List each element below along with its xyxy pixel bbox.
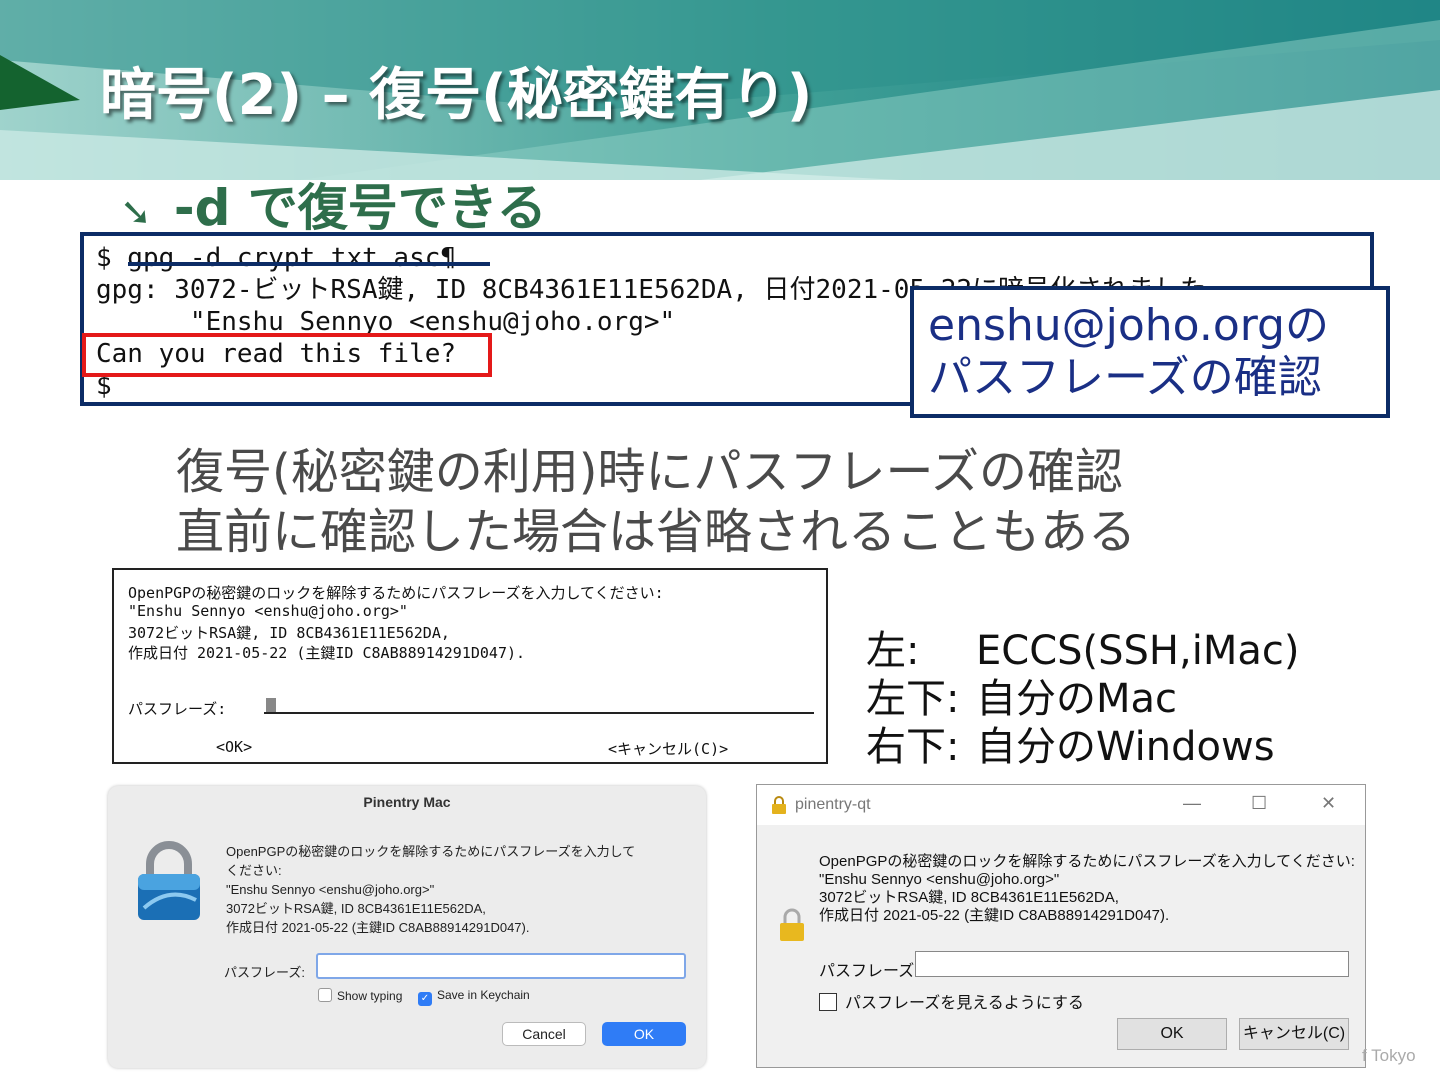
win-msg-line: OpenPGPの秘密鍵のロックを解除するためにパスフレーズを入力してください: (819, 853, 1355, 870)
highlight-box (82, 333, 492, 377)
maximize-icon[interactable]: ☐ (1251, 793, 1267, 814)
bullet-2: 直前に確認した場合は省略されることもある (176, 504, 1137, 560)
win-pass-label: パスフレーズ: (819, 963, 919, 980)
mac-dialog-message: OpenPGPの秘密鍵のロックを解除するためにパスフレーズを入力して ください:… (226, 842, 666, 937)
callout-line-2: パスフレーズの確認 (928, 352, 1322, 403)
legend-value: 自分のWindows (976, 724, 1275, 770)
mac-cancel-button[interactable]: Cancel (502, 1022, 586, 1046)
win-cancel-button[interactable]: キャンセル(C) (1239, 1018, 1349, 1050)
page-title: 暗号(2) – 復号(秘密鍵有り) (100, 63, 813, 128)
mac-pinentry-dialog: Pinentry Mac OpenPGPの秘密鍵のロックを解除するためにパスフレ… (108, 786, 706, 1068)
legend-row-3: 右下: 自分のWindows (866, 714, 1275, 772)
curses-cancel-button[interactable]: <キャンセル(C)> (608, 738, 728, 759)
mac-msg-line: OpenPGPの秘密鍵のロックを解除するためにパスフレーズを入力して (226, 844, 636, 859)
mac-msg-line: "Enshu Sennyo <enshu@joho.org>" (226, 882, 435, 897)
win-dialog-message: OpenPGPの秘密鍵のロックを解除するためにパスフレーズを入力してください: … (819, 853, 1355, 925)
curses-msg-1: OpenPGPの秘密鍵のロックを解除するためにパスフレーズを入力してください: (128, 584, 664, 602)
window-titlebar[interactable]: pinentry-qt — ☐ ✕ (757, 785, 1365, 825)
curses-pinentry-dialog: OpenPGPの秘密鍵のロックを解除するためにパスフレーズを入力してください: … (112, 568, 828, 764)
save-keychain-checkbox[interactable]: ✓ Save in Keychain (418, 988, 530, 1006)
footer-text: f Tokyo (1362, 1046, 1416, 1065)
curses-msg-4: 作成日付 2021-05-22 (主鍵ID C8AB88914291D047). (128, 644, 526, 662)
save-keychain-label: Save in Keychain (437, 988, 530, 1002)
show-typing-label: Show typing (337, 989, 403, 1003)
curses-pass-input[interactable] (264, 712, 814, 714)
mac-msg-line: 作成日付 2021-05-22 (主鍵ID C8AB88914291D047). (226, 920, 530, 935)
mac-msg-line: ください: (226, 863, 282, 878)
win-ok-button[interactable]: OK (1117, 1018, 1227, 1050)
curses-msg-2: "Enshu Sennyo <enshu@joho.org>" (128, 602, 408, 620)
checkmark-icon[interactable]: ✓ (418, 992, 432, 1006)
win-msg-line: 3072ビットRSA鍵, ID 8CB4361E11E562DA, (819, 889, 1119, 906)
win-passphrase-input[interactable] (915, 951, 1349, 977)
mac-msg-line: 3072ビットRSA鍵, ID 8CB4361E11E562DA, (226, 901, 486, 916)
show-passphrase-checkbox[interactable]: パスフレーズを見えるようにする (819, 989, 1084, 1013)
curses-pass-label: パスフレーズ: (128, 700, 227, 718)
close-icon[interactable]: ✕ (1321, 793, 1336, 814)
mac-pass-label: パスフレーズ: (224, 965, 305, 980)
lock-icon (780, 908, 804, 941)
minimize-icon[interactable]: — (1183, 793, 1201, 814)
show-typing-checkbox[interactable]: Show typing (318, 988, 402, 1003)
mac-passphrase-input[interactable] (316, 953, 686, 979)
lock-icon (138, 841, 200, 920)
window-title: pinentry-qt (795, 796, 871, 813)
lock-icon (772, 796, 786, 814)
terminal-line-1: $ gpg -d crypt.txt.asc¶ (96, 243, 457, 273)
checkbox-box[interactable] (318, 988, 332, 1002)
mac-ok-button[interactable]: OK (602, 1022, 686, 1046)
legend-key: 右下: (866, 724, 960, 770)
win-msg-line: 作成日付 2021-05-22 (主鍵ID C8AB88914291D047). (819, 907, 1170, 924)
callout-box: enshu@joho.orgの パスフレーズの確認 (910, 286, 1390, 418)
curses-ok-button[interactable]: <OK> (216, 738, 252, 756)
windows-pinentry-dialog: pinentry-qt — ☐ ✕ OpenPGPの秘密鍵のロックを解除するため… (756, 784, 1366, 1068)
header-banner: 暗号(2) – 復号(秘密鍵有り) (0, 0, 1440, 180)
curses-msg-3: 3072ビットRSA鍵, ID 8CB4361E11E562DA, (128, 624, 450, 642)
show-passphrase-label: パスフレーズを見えるようにする (845, 995, 1084, 1012)
checkbox-box[interactable] (819, 993, 837, 1011)
subheading: ➘ -d で復号できる (120, 168, 547, 240)
subheading-text: -d で復号できる (173, 179, 547, 237)
callout-line-1: enshu@joho.orgの (928, 300, 1329, 351)
win-msg-line: "Enshu Sennyo <enshu@joho.org>" (819, 871, 1060, 888)
command-underline (128, 262, 490, 266)
arrow-down-right-icon: ➘ (120, 189, 152, 234)
mac-dialog-title: Pinentry Mac (363, 794, 451, 810)
